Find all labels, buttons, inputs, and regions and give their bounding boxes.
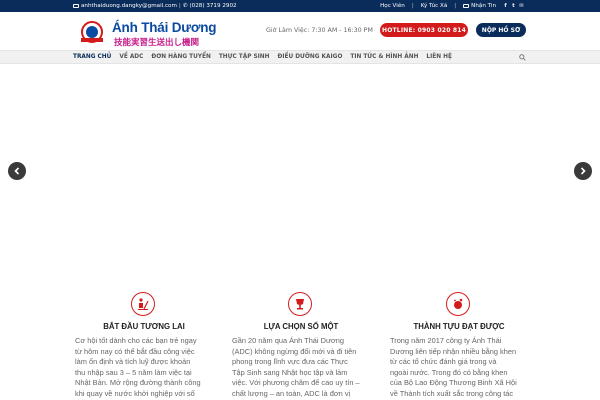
feature-text-line: phong trong lĩnh vực đưa các Thực [232,357,348,366]
brand-subtitle: 技能実習生送出し機関 [114,38,200,48]
feature-text-line: Cơ hội tốt dành cho các bạn trẻ ngay [75,336,197,345]
feature-text-line: làm ổn định và tích luỹ được khoản [75,357,191,366]
feature-title: LỰA CHỌN SỐ MỘT [263,322,339,331]
feature-text-line: Gần 20 năm qua Ánh Thái Dương [232,336,344,345]
slider-next-button[interactable] [574,162,592,180]
search-icon[interactable] [519,54,526,61]
feature-text-line: từ hôm nay có thể bắt đầu công việc [75,346,195,356]
brand-name[interactable]: Ánh Thái Dương [112,20,217,35]
nav-orders[interactable]: ĐƠN HÀNG TUYỂN [151,54,210,60]
feature-text-line: của Bộ Lao Động Thương Binh Xã Hội [390,378,517,387]
trophy-icon [288,292,312,316]
twitter-icon[interactable]: t [511,3,516,9]
top-links: Học Viên | Ký Túc Xá | Nhận Tin f t ✉ [380,3,524,9]
chevron-right-icon [580,167,586,175]
award-icon [446,292,470,316]
contact-phone[interactable]: (028) 3719 2902 [190,3,237,9]
nav-interns[interactable]: THỰC TẬP SINH [219,54,270,60]
chevron-left-icon [14,167,20,175]
apply-button[interactable]: NỘP HỒ SƠ [476,23,526,37]
feature-text-line: Nhật Bản. Mở rộng đường thành công [75,378,201,387]
feature-text-line: khi quay về nước khởi nghiệp với số [75,388,195,398]
feature-text-line: từ các tổ chức đánh giá trong và [390,357,497,366]
feature-text-line: Tập Sinh sang Nhật học tập và làm [232,367,348,377]
feature-text-line: ngoài nước. Trong đó có bằng khen [390,367,508,377]
working-hours: Giờ Làm Việc: 7:30 AM - 16:30 PM [266,27,373,34]
divider: | [454,3,457,9]
feature-text-line: thu nhập sau 3 – 5 năm làm việc tại [75,367,192,377]
feature-title: BẮT ĐẦU TƯƠNG LAI [103,322,185,331]
slider-prev-button[interactable] [8,162,26,180]
main-nav: TRANG CHỦ VỀ ADC ĐƠN HÀNG TUYỂN THỰC TẬP… [0,50,600,64]
hero-slider[interactable] [0,64,600,284]
envelope-icon [463,4,470,8]
site-header: Ánh Thái Dương 技能実習生送出し機関 Giờ Làm Việc: … [0,12,600,50]
newsletter-link[interactable]: Nhận Tin [463,3,496,9]
nav-kaigo[interactable]: ĐIỀU DƯỠNG KAIGO [278,54,343,60]
feature-text-line: Dương liên tiếp nhận nhiều bằng khen [390,346,517,356]
nav-contact[interactable]: LIÊN HỆ [426,54,452,60]
nav-about[interactable]: VỀ ADC [119,54,143,60]
divider: | [178,3,181,9]
career-icon [131,292,155,316]
email-icon[interactable]: ✉ [519,3,524,9]
feature-text-line: Trong năm 2017 công ty Ánh Thái [390,336,502,345]
feature-text-line: (ADC) không ngừng đổi mới và đi tiên [232,346,357,356]
divider: | [411,3,414,9]
logo-banner [81,38,103,42]
top-link-dormitory[interactable]: Ký Túc Xá [421,3,448,9]
logo-emblem [86,26,98,38]
top-link-students[interactable]: Học Viên [380,3,405,9]
feature-text-line: chất lượng – an toàn, ADC là đơn vị [232,388,351,398]
feature-text: Trong năm 2017 công ty Ánh Thái Dương li… [390,336,528,399]
feature-text-line: việc. Với phương châm để cao uy tín – [232,378,360,387]
features-section: BẮT ĐẦU TƯƠNG LAI Cơ hội tốt dành cho cá… [0,284,600,400]
contact-info: anhthaiduong.dangky@gmail.com | ✆ (028) … [73,3,237,9]
top-bar: anhthaiduong.dangky@gmail.com | ✆ (028) … [0,0,600,12]
facebook-icon[interactable]: f [503,3,508,9]
hotline-button[interactable]: HOTLINE: 0903 020 814 [380,23,468,37]
phone-icon: ✆ [182,3,188,9]
social-links: f t ✉ [503,3,524,9]
nav-home[interactable]: TRANG CHỦ [73,54,111,60]
logo[interactable] [81,21,103,43]
feature-text: Gần 20 năm qua Ánh Thái Dương (ADC) khôn… [232,336,370,399]
feature-text-line: về Thành tích xuất sắc trong công tác [390,388,514,398]
email-icon [73,4,79,8]
nav-news[interactable]: TIN TỨC & HÌNH ẢNH [350,54,418,60]
feature-text: Cơ hội tốt dành cho các bạn trẻ ngay từ … [75,336,213,399]
top-link-newsletter: Nhận Tin [471,3,496,9]
contact-email[interactable]: anhthaiduong.dangky@gmail.com [81,3,177,9]
feature-title: THÀNH TỰU ĐẠT ĐƯỢC [413,322,505,331]
